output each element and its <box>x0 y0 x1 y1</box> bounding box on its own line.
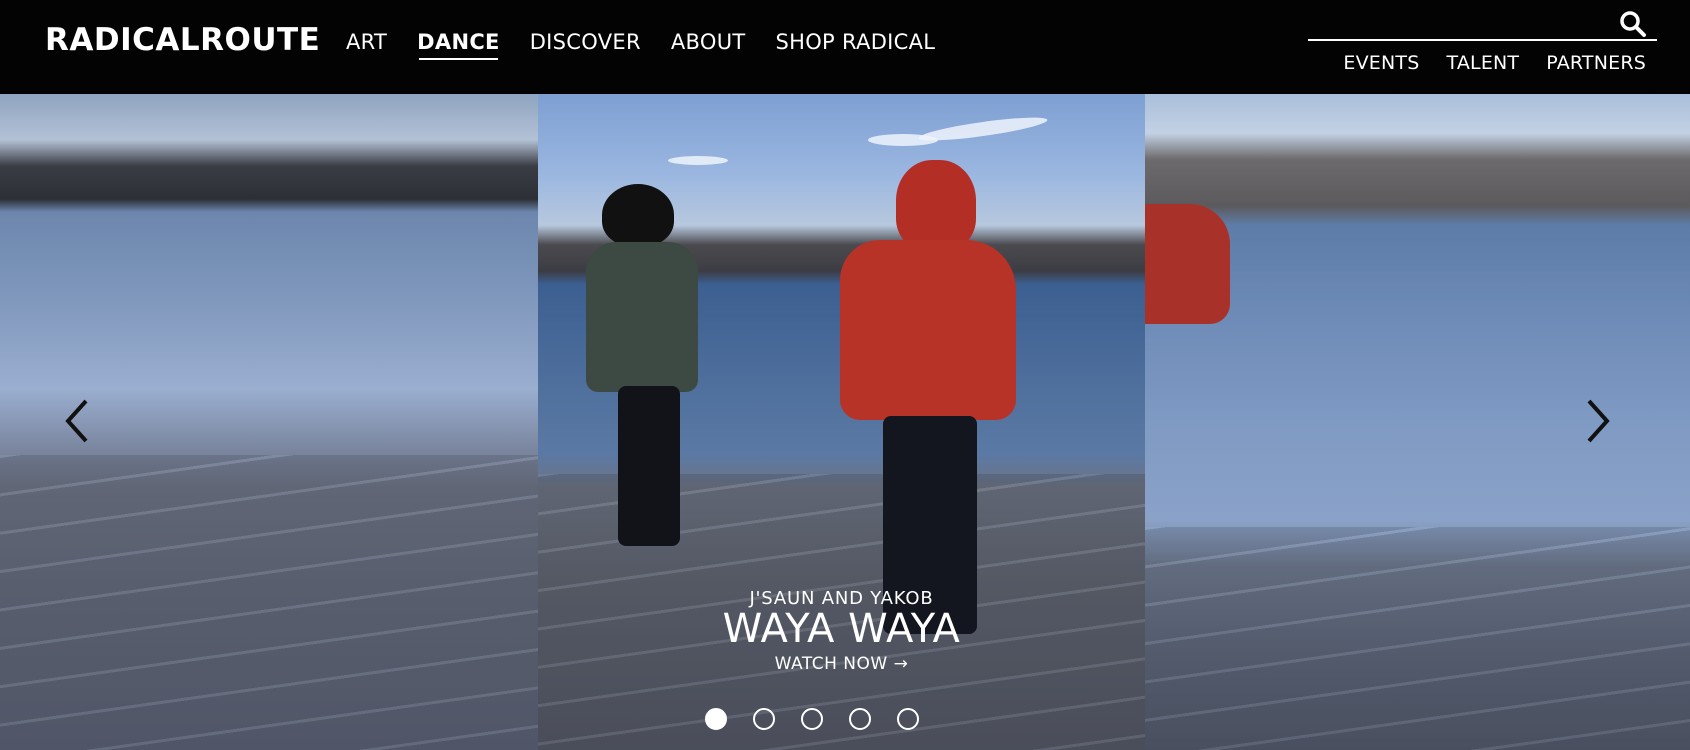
slide-title[interactable]: WAYA WAYA <box>538 606 1145 652</box>
main-nav: ART DANCE DISCOVER ABOUT SHOP RADICAL <box>346 30 965 60</box>
search-bar <box>1308 8 1657 41</box>
chevron-left-icon[interactable] <box>60 396 100 446</box>
nav-item-about[interactable]: ABOUT <box>671 30 746 60</box>
carousel-dot-5[interactable] <box>897 708 919 730</box>
search-input[interactable] <box>1308 8 1618 40</box>
nav-item-dance[interactable]: DANCE <box>417 30 500 60</box>
dancer-arm <box>1145 204 1230 324</box>
search-underline <box>1308 39 1657 41</box>
carousel-dot-1[interactable] <box>705 708 727 730</box>
carousel-dot-2[interactable] <box>753 708 775 730</box>
secondary-nav: EVENTS TALENT PARTNERS <box>1316 52 1646 74</box>
slide-caption: J'SAUN AND YAKOB WAYA WAYA WATCH NOW → <box>538 94 1145 750</box>
nav-item-discover[interactable]: DISCOVER <box>530 30 641 60</box>
nav-item-events[interactable]: EVENTS <box>1343 52 1419 74</box>
site-logo[interactable]: RADICALROUTE <box>45 22 320 58</box>
boardwalk-planks <box>0 454 538 750</box>
watch-now-link[interactable]: WATCH NOW → <box>538 654 1145 674</box>
hero-carousel: J'SAUN AND YAKOB WAYA WAYA WATCH NOW → <box>0 94 1690 750</box>
nav-item-art[interactable]: ART <box>346 30 387 60</box>
nav-item-partners[interactable]: PARTNERS <box>1546 52 1646 74</box>
nav-item-shop-radical[interactable]: SHOP RADICAL <box>776 30 936 60</box>
carousel-dot-4[interactable] <box>849 708 871 730</box>
carousel-dot-3[interactable] <box>801 708 823 730</box>
nav-item-talent[interactable]: TALENT <box>1447 52 1520 74</box>
chevron-right-icon[interactable] <box>1575 396 1615 446</box>
boardwalk-planks <box>1145 526 1690 750</box>
site-header: RADICALROUTE ART DANCE DISCOVER ABOUT SH… <box>0 0 1690 94</box>
carousel-pagination <box>705 708 945 730</box>
search-icon[interactable] <box>1619 10 1647 38</box>
